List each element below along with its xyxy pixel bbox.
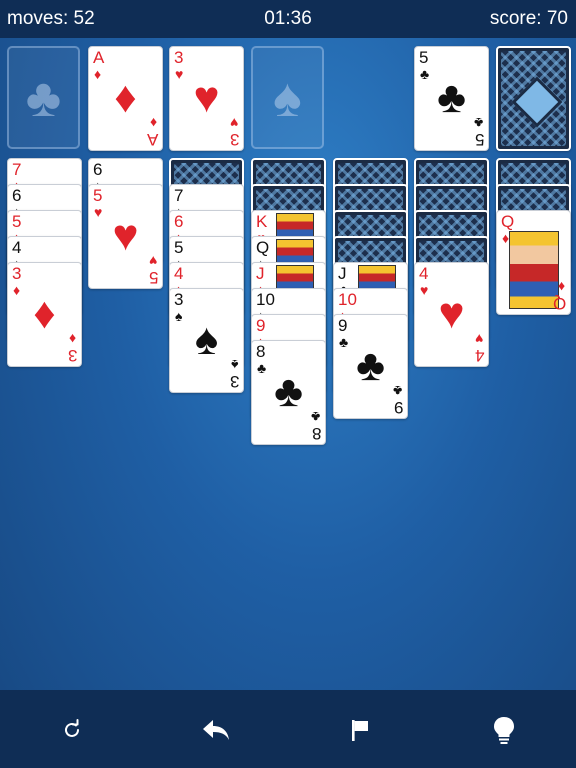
court-figure xyxy=(276,265,314,289)
card-rank-inverted: 9 xyxy=(393,398,403,417)
tableau-card[interactable]: 3 ♠ ♠ 3 ♠ xyxy=(169,288,244,393)
club-icon: ♣ xyxy=(473,115,483,131)
card-rank: 5 xyxy=(12,212,22,231)
club-icon: ♣ xyxy=(310,409,320,425)
card-rank: 4 xyxy=(174,264,184,283)
card-rank: 10 xyxy=(338,290,357,309)
heart-icon: ♥ xyxy=(229,115,238,131)
card-rank: J xyxy=(256,264,265,283)
card-rank-inverted: 3 xyxy=(67,346,77,365)
waste-card[interactable]: 5 ♣ ♣ 5 ♣ xyxy=(414,46,489,151)
card-rank-inverted: Q xyxy=(552,294,566,313)
card-rank: 6 xyxy=(93,160,103,179)
card-rank: 5 xyxy=(93,186,103,205)
card-rank: 7 xyxy=(174,186,184,205)
tableau-card[interactable]: Q ♦ Q ♦ xyxy=(496,210,571,315)
hint-button[interactable] xyxy=(482,708,526,752)
foundation-slot[interactable]: ♠ xyxy=(251,46,324,149)
foundation-slot[interactable]: ♣ xyxy=(7,46,80,149)
lightbulb-icon xyxy=(494,717,514,744)
card-rank: 9 xyxy=(338,316,348,335)
card-rank: 4 xyxy=(419,264,429,283)
card-rank: 3 xyxy=(174,290,184,309)
foundation-card[interactable]: 3 ♥ ♥ 3 ♥ xyxy=(169,46,244,151)
undo-button[interactable] xyxy=(194,708,238,752)
tableau-card[interactable]: 8 ♣ ♣ 8 ♣ xyxy=(251,340,326,445)
toolbar xyxy=(0,690,576,768)
card-rank-inverted: 3 xyxy=(229,372,239,391)
card-rank: J xyxy=(338,264,347,283)
card-rank: 8 xyxy=(256,342,266,361)
diamond-icon: ♦ xyxy=(68,331,76,347)
card-rank-inverted: 8 xyxy=(311,424,321,443)
diamond-icon: ♦ xyxy=(557,279,565,295)
card-rank: 5 xyxy=(419,48,429,67)
card-rank: 5 xyxy=(174,238,184,257)
tableau-card[interactable]: 4 ♥ ♥ 4 ♥ xyxy=(414,262,489,367)
card-rank: 10 xyxy=(256,290,275,309)
card-rank: K xyxy=(256,212,268,231)
heart-icon: ♥ xyxy=(474,331,483,347)
tableau-card[interactable]: 9 ♣ ♣ 9 ♣ xyxy=(333,314,408,419)
card-rank: 3 xyxy=(12,264,22,283)
tableau-card[interactable]: 5 ♥ ♥ 5 ♥ xyxy=(88,184,163,289)
foundation-card[interactable]: A ♦ ♦ A ♦ xyxy=(88,46,163,151)
card-rank: 9 xyxy=(256,316,266,335)
card-rank: Q xyxy=(256,238,270,257)
card-rank-inverted: 3 xyxy=(229,130,239,149)
card-rank: 7 xyxy=(12,160,22,179)
court-figure xyxy=(509,231,559,309)
diamond-icon: ♦ xyxy=(149,115,157,131)
undo-icon xyxy=(203,720,229,740)
flag-button[interactable] xyxy=(338,708,382,752)
court-figure xyxy=(276,213,314,237)
card-rank: 6 xyxy=(12,186,22,205)
card-rank-inverted: 5 xyxy=(474,130,484,149)
stock-pile[interactable] xyxy=(496,46,571,151)
club-icon: ♣ xyxy=(392,383,402,399)
flag-icon xyxy=(352,720,368,741)
spade-icon: ♠ xyxy=(273,67,302,128)
tableau-card[interactable]: 3 ♦ ♦ 3 ♦ xyxy=(7,262,82,367)
court-figure xyxy=(358,265,396,289)
club-icon: ♣ xyxy=(25,67,62,128)
new-game-button[interactable] xyxy=(50,708,94,752)
restart-icon xyxy=(65,719,79,737)
court-figure xyxy=(276,239,314,263)
card-rank-inverted: 5 xyxy=(148,268,158,287)
card-rank: 6 xyxy=(174,212,184,231)
card-rank: A xyxy=(93,48,105,67)
score-counter: score: 70 xyxy=(489,8,568,29)
spade-icon: ♠ xyxy=(230,357,238,373)
status-bar: moves: 52 01:36 score: 70 xyxy=(0,0,576,38)
card-rank: Q xyxy=(501,212,515,231)
heart-icon: ♥ xyxy=(148,253,157,269)
card-rank-inverted: 4 xyxy=(474,346,484,365)
card-rank: 4 xyxy=(12,238,22,257)
card-rank: 3 xyxy=(174,48,184,67)
card-rank-inverted: A xyxy=(146,130,158,149)
